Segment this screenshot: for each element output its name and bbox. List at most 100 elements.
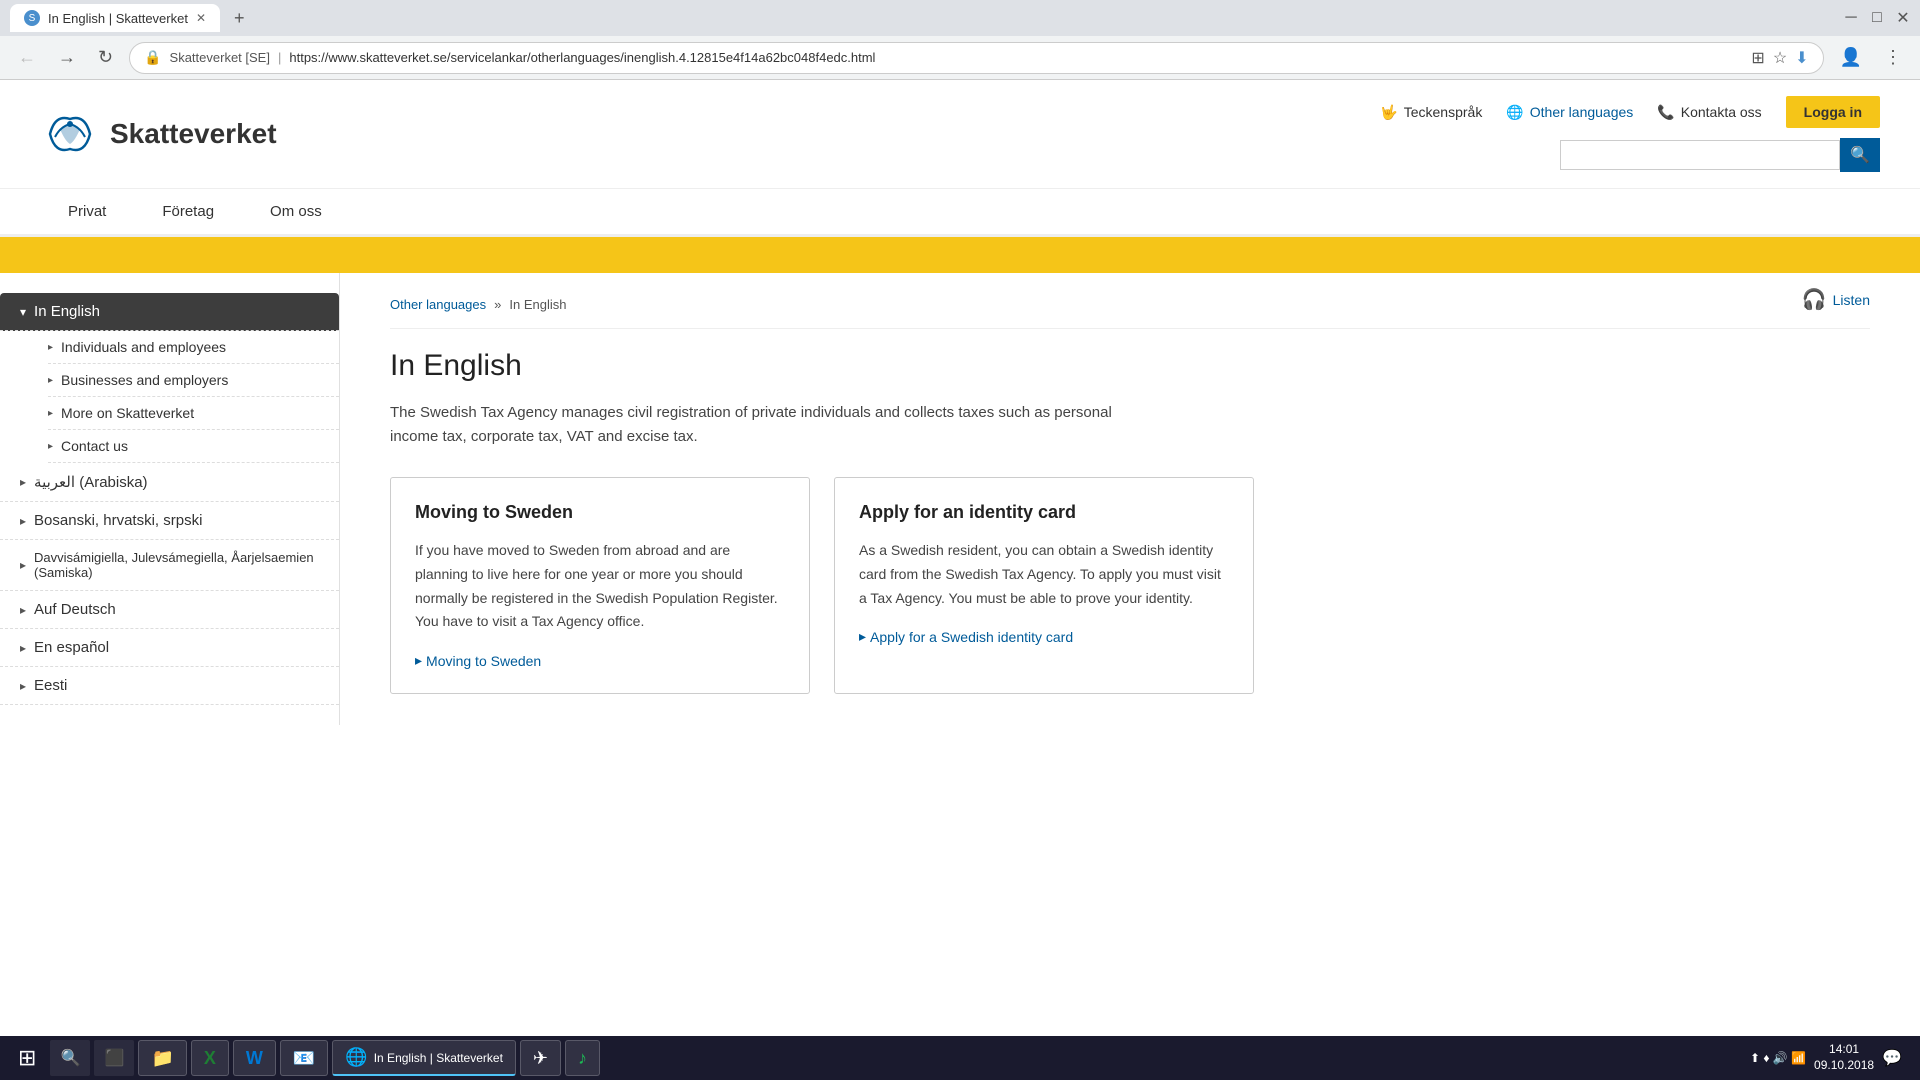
- lock-icon: 🔒: [144, 49, 161, 66]
- forward-button[interactable]: →: [52, 43, 82, 72]
- taskbar: ⊞ 🔍 ⬛ 📁 X W 📧 🌐 In English | Skatteverke…: [0, 1036, 1920, 1080]
- page-description: The Swedish Tax Agency manages civil reg…: [390, 401, 1150, 449]
- logo-icon: [40, 109, 100, 159]
- search-icon: 🔍: [60, 1048, 80, 1068]
- card-link-label: Apply for a Swedish identity card: [870, 629, 1073, 645]
- sidebar-item-contact[interactable]: ▸ Contact us: [48, 430, 339, 463]
- card-moving-to-sweden: Moving to Sweden If you have moved to Sw…: [390, 477, 810, 694]
- other-languages-link[interactable]: 🌐 Other languages: [1506, 104, 1633, 121]
- listen-label: Listen: [1833, 292, 1870, 308]
- nav-privat[interactable]: Privat: [40, 189, 134, 237]
- sidebar-in-english-label: In English: [34, 303, 100, 320]
- main-content: Other languages » In English 🎧 Listen In…: [340, 273, 1920, 725]
- logo-area: Skatteverket: [40, 109, 277, 159]
- chrome-icon: 🌐: [345, 1047, 367, 1068]
- sidebar-bosanski-label: Bosanski, hrvatski, srpski: [34, 512, 202, 529]
- window-minimize-button[interactable]: ─: [1844, 11, 1858, 25]
- window-maximize-button[interactable]: □: [1870, 11, 1884, 25]
- translate-icon[interactable]: ⊞: [1751, 48, 1764, 68]
- sidebar-item-businesses[interactable]: ▸ Businesses and employers: [48, 364, 339, 397]
- start-button[interactable]: ⊞: [8, 1041, 46, 1075]
- nav-foretag[interactable]: Företag: [134, 189, 242, 237]
- notification-icon[interactable]: 💬: [1882, 1048, 1902, 1068]
- taskbar-outlook[interactable]: 📧: [280, 1040, 328, 1076]
- sidebar-deutsch-label: Auf Deutsch: [34, 601, 116, 618]
- taskbar-clock[interactable]: 14:01 09.10.2018: [1814, 1042, 1874, 1073]
- sidebar-item-bosanski[interactable]: ▸ Bosanski, hrvatski, srpski: [0, 502, 339, 540]
- logo-text: Skatteverket: [110, 118, 277, 150]
- window-close-button[interactable]: ✕: [1896, 11, 1910, 25]
- kontakta-label: Kontakta oss: [1681, 104, 1762, 120]
- main-layout: ▾ In English ▸ Individuals and employees…: [0, 273, 1920, 725]
- login-button[interactable]: Logga in: [1786, 96, 1880, 128]
- taskbar-excel[interactable]: X: [191, 1040, 229, 1076]
- card-link-label: Moving to Sweden: [426, 653, 541, 669]
- card-identity: Apply for an identity card As a Swedish …: [834, 477, 1254, 694]
- tab-close-button[interactable]: ✕: [196, 11, 206, 25]
- chevron-right-icon: ▸: [20, 558, 26, 572]
- search-input[interactable]: [1560, 140, 1840, 170]
- phone-icon: 📞: [1657, 104, 1674, 121]
- taskbar-task-view-button[interactable]: ⬛: [94, 1040, 134, 1076]
- bookmark-icon[interactable]: ☆: [1773, 48, 1787, 68]
- card-link-moving[interactable]: ▸ Moving to Sweden: [415, 652, 785, 669]
- taskbar-file-explorer[interactable]: 📁: [138, 1040, 186, 1076]
- sidebar-eesti-label: Eesti: [34, 677, 67, 694]
- kontakta-link[interactable]: 📞 Kontakta oss: [1657, 104, 1761, 121]
- sidebar-individuals-label: Individuals and employees: [61, 339, 226, 355]
- taskbar-chrome-label: In English | Skatteverket: [374, 1051, 503, 1065]
- sidebar-item-samiska[interactable]: ▸ Davvisámigiella, Julevsámegiella, Åarj…: [0, 540, 339, 591]
- chevron-right-icon: ▸: [20, 514, 26, 528]
- reload-button[interactable]: ↻: [92, 43, 119, 72]
- bullet-icon: ▸: [48, 342, 53, 353]
- bullet-icon: ▸: [48, 408, 53, 419]
- sidebar-contact-label: Contact us: [61, 438, 128, 454]
- card-link-identity[interactable]: ▸ Apply for a Swedish identity card: [859, 628, 1229, 645]
- sidebar-sub-menu: ▸ Individuals and employees ▸ Businesses…: [0, 331, 339, 463]
- browser-tab[interactable]: S In English | Skatteverket ✕: [10, 4, 220, 32]
- sidebar-item-espanol[interactable]: ▸ En español: [0, 629, 339, 667]
- excel-icon: X: [204, 1048, 216, 1069]
- new-tab-button[interactable]: +: [228, 6, 251, 31]
- header-right: 🤟 Teckenspråk 🌐 Other languages 📞 Kontak…: [1380, 96, 1880, 172]
- link-arrow-icon: ▸: [415, 652, 422, 669]
- site-header: Skatteverket 🤟 Teckenspråk 🌐 Other langu…: [0, 80, 1920, 189]
- back-button[interactable]: ←: [12, 43, 42, 72]
- card-text: As a Swedish resident, you can obtain a …: [859, 539, 1229, 610]
- sidebar-item-eesti[interactable]: ▸ Eesti: [0, 667, 339, 705]
- download-icon[interactable]: ⬇: [1795, 48, 1808, 68]
- search-button[interactable]: 🔍: [1840, 138, 1880, 172]
- sidebar-arabiska-label: العربية (Arabiska): [34, 473, 148, 491]
- tray-icons: ⬆ ♦ 🔊 📶: [1750, 1051, 1806, 1065]
- teckensprak-link[interactable]: 🤟 Teckenspråk: [1380, 104, 1482, 121]
- listen-button[interactable]: 🎧 Listen: [1802, 287, 1870, 312]
- taskbar-word[interactable]: W: [233, 1040, 276, 1076]
- url-input[interactable]: [289, 50, 1743, 65]
- sidebar-item-deutsch[interactable]: ▸ Auf Deutsch: [0, 591, 339, 629]
- menu-button[interactable]: ⋮: [1878, 43, 1908, 72]
- word-icon: W: [246, 1048, 263, 1069]
- sidebar-samiska-label: Davvisámigiella, Julevsámegiella, Åarjel…: [34, 550, 315, 580]
- sign-language-icon: 🤟: [1380, 104, 1397, 121]
- sidebar-item-individuals[interactable]: ▸ Individuals and employees: [48, 331, 339, 364]
- nav-om-oss[interactable]: Om oss: [242, 189, 350, 237]
- card-title: Moving to Sweden: [415, 502, 785, 523]
- taskbar-search-button[interactable]: 🔍: [50, 1040, 90, 1076]
- taskbar-tray: ⬆ ♦ 🔊 📶 14:01 09.10.2018 💬: [1740, 1042, 1912, 1073]
- breadcrumb-parent-link[interactable]: Other languages: [390, 297, 486, 312]
- search-area: 🔍: [1560, 138, 1880, 172]
- yellow-bar: [0, 237, 1920, 273]
- breadcrumb-separator: »: [494, 297, 501, 312]
- sidebar-item-more[interactable]: ▸ More on Skatteverket: [48, 397, 339, 430]
- taskbar-chrome[interactable]: 🌐 In English | Skatteverket: [332, 1040, 516, 1076]
- tab-favicon: S: [24, 10, 40, 26]
- taskbar-telegram[interactable]: ✈: [520, 1040, 561, 1076]
- account-button[interactable]: 👤: [1834, 43, 1868, 72]
- taskbar-spotify[interactable]: ♪: [565, 1040, 600, 1076]
- sidebar-item-in-english[interactable]: ▾ In English: [0, 293, 339, 331]
- sidebar-item-arabiska[interactable]: ▸ العربية (Arabiska): [0, 463, 339, 502]
- header-links: 🤟 Teckenspråk 🌐 Other languages 📞 Kontak…: [1380, 96, 1880, 128]
- task-view-icon: ⬛: [104, 1048, 124, 1068]
- tab-title: In English | Skatteverket: [48, 11, 188, 26]
- chevron-right-icon: ▸: [20, 475, 26, 489]
